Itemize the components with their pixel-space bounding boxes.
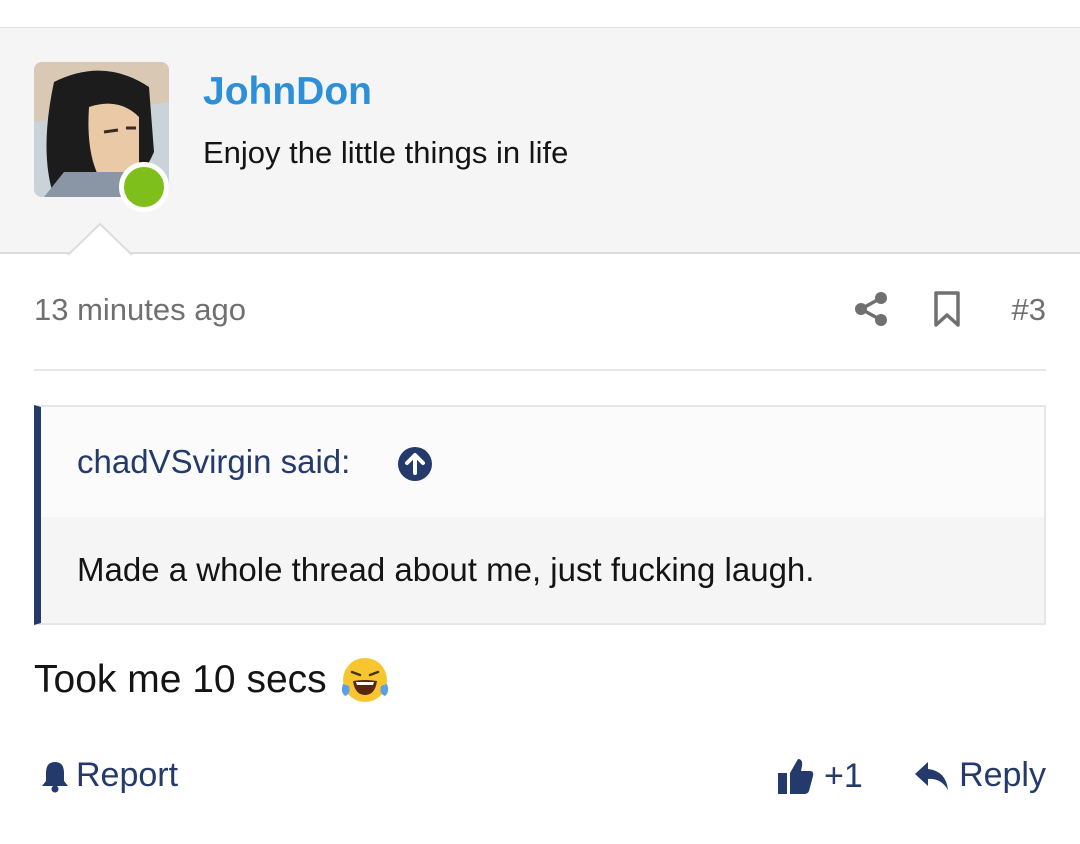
- quote-author[interactable]: chadVSvirgin said:: [77, 443, 350, 481]
- bookmark-icon[interactable]: [930, 290, 964, 328]
- arrow-up-circle-icon[interactable]: [397, 446, 433, 482]
- quote-text: Made a whole thread about me, just fucki…: [77, 551, 815, 588]
- quote-block: chadVSvirgin said: Made a whole thread a…: [34, 405, 1046, 625]
- post-text: Took me 10 secs: [34, 658, 327, 701]
- quote-header: chadVSvirgin said:: [41, 407, 1044, 517]
- reply-arrow-icon: [915, 761, 949, 790]
- post-user-header: JohnDon Enjoy the little things in life: [0, 28, 1080, 254]
- like-button[interactable]: +1: [776, 756, 863, 796]
- reply-button[interactable]: Reply: [913, 756, 1046, 795]
- post-body: Took me 10 secs: [34, 654, 391, 706]
- header-caret: [68, 222, 132, 256]
- user-title: Enjoy the little things in life: [203, 135, 569, 170]
- bell-icon: [42, 761, 68, 792]
- post-meta: 13 minutes ago #3: [34, 288, 1046, 334]
- thumbs-up-icon: [778, 759, 814, 794]
- top-strip: [0, 0, 1080, 28]
- post-actions: Report +1 Reply: [34, 750, 1046, 806]
- meta-divider: [34, 369, 1046, 371]
- post-number[interactable]: #3: [1012, 292, 1046, 328]
- username[interactable]: JohnDon: [203, 70, 372, 114]
- face-with-tears-of-joy-icon: [341, 658, 388, 702]
- quote-body: Made a whole thread about me, just fucki…: [41, 517, 1044, 623]
- post-timestamp[interactable]: 13 minutes ago: [34, 292, 246, 328]
- online-status-indicator: [119, 162, 169, 212]
- report-label: Report: [76, 756, 179, 794]
- report-button[interactable]: Report: [40, 756, 178, 795]
- share-icon[interactable]: [852, 290, 890, 328]
- like-count: +1: [824, 756, 863, 795]
- reply-label: Reply: [959, 756, 1046, 794]
